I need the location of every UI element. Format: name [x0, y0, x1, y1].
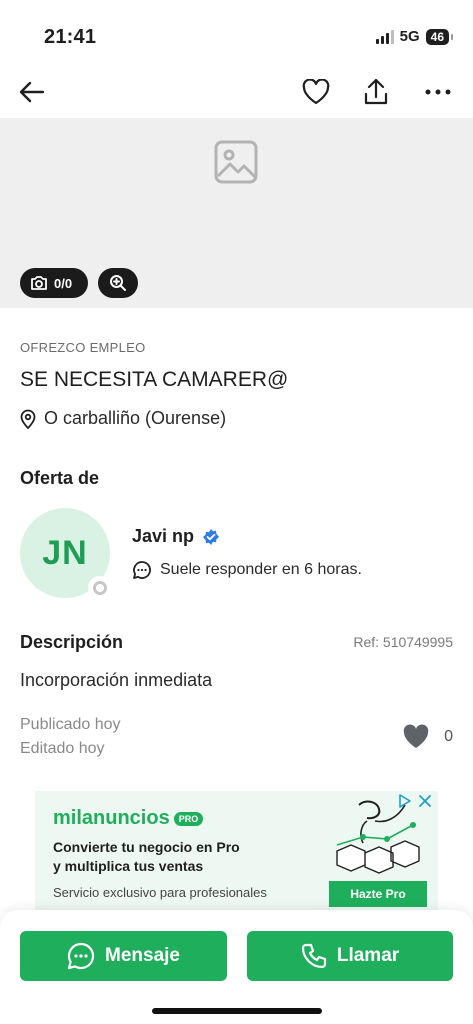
seller-section-title: Oferta de: [20, 468, 100, 488]
chat-bubble-icon: [67, 942, 95, 970]
photo-count: 0/0: [54, 275, 73, 291]
call-label: Llamar: [336, 945, 400, 966]
zoom-icon: [110, 275, 126, 291]
location-pin-icon: [20, 409, 36, 429]
verified-badge-icon: [203, 528, 220, 545]
ad-subline: Servicio exclusivo para profesionales: [53, 885, 267, 900]
heart-icon: [302, 79, 330, 105]
ad-pro-badge: PRO: [173, 811, 204, 826]
close-icon[interactable]: [418, 794, 432, 808]
chat-bubble-icon: [133, 561, 151, 579]
likes[interactable]: 0: [402, 724, 453, 750]
edited-date: Editado hoy: [20, 740, 105, 757]
top-nav: [0, 66, 473, 116]
ad-headline-1: Convierte tu negocio en Pro: [53, 839, 240, 855]
response-text: Suele responder en 6 horas.: [160, 561, 362, 578]
listing-title: SE NECESITA CAMARER@: [20, 368, 289, 391]
ad-headline-2: y multiplica tus ventas: [53, 858, 204, 874]
ad-cta-button[interactable]: Hazte Pro: [329, 881, 427, 907]
description-text: Incorporación inmediata: [20, 670, 213, 690]
seller-name-text: Javi np: [132, 526, 195, 546]
likes-count: 0: [444, 728, 453, 745]
online-status-icon: [88, 576, 112, 600]
share-icon: [364, 78, 388, 105]
ad-controls: [398, 794, 432, 808]
battery-icon: 46: [425, 28, 454, 45]
seller-response-time: Suele responder en 6 horas.: [132, 560, 362, 580]
share-button[interactable]: [358, 74, 394, 110]
seller-name[interactable]: Javi np: [132, 526, 220, 547]
photo-gallery[interactable]: 0/0: [0, 118, 473, 308]
zoom-button[interactable]: [98, 268, 138, 298]
signal-icon: [375, 29, 394, 44]
phone-icon: [301, 943, 326, 969]
call-button[interactable]: Llamar: [247, 931, 453, 981]
status-time: 21:41: [44, 26, 97, 48]
status-indicators: 5G 46: [375, 28, 454, 45]
home-indicator: [152, 1008, 322, 1014]
ad-illustration: [336, 800, 420, 874]
network-type: 5G: [399, 28, 420, 45]
listing-location: O carballiño (Ourense): [20, 408, 226, 429]
message-button[interactable]: Mensaje: [20, 931, 227, 981]
bottom-action-bar: Mensaje Llamar: [0, 910, 473, 1024]
image-placeholder-icon: [214, 140, 258, 184]
arrow-left-icon: [19, 81, 45, 103]
ad-brand: milanuncios: [53, 807, 170, 829]
pro-ad-banner[interactable]: milanuncios PRO Convierte tu negocio en …: [35, 791, 438, 911]
heart-filled-icon: [403, 724, 429, 748]
location-text: O carballiño (Ourense): [44, 408, 227, 428]
back-button[interactable]: [14, 74, 50, 110]
description-title: Descripción: [20, 632, 124, 652]
camera-icon: [31, 276, 47, 290]
message-label: Mensaje: [105, 945, 180, 966]
favorite-button[interactable]: [298, 74, 334, 110]
ad-logo: milanuncios PRO: [53, 807, 204, 830]
more-icon: [425, 89, 451, 95]
listing-ref: Ref: 510749995: [353, 634, 453, 650]
listing-category: OFREZCO EMPLEO: [20, 340, 146, 355]
published-date: Publicado hoy: [20, 716, 121, 733]
status-bar: 21:41 5G 46: [0, 0, 473, 64]
adchoices-icon[interactable]: [398, 794, 412, 808]
photo-count-button[interactable]: 0/0: [20, 268, 88, 298]
more-options-button[interactable]: [420, 74, 456, 110]
